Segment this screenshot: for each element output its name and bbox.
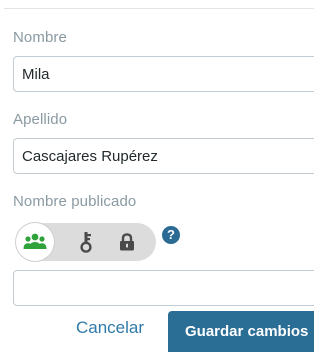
visibility-toggle: [16, 223, 156, 261]
first-name-input[interactable]: [13, 56, 314, 92]
display-name-label: Nombre publicado: [13, 193, 137, 210]
help-icon[interactable]: ?: [162, 226, 180, 244]
top-divider: [4, 8, 314, 9]
last-name-input[interactable]: [13, 138, 314, 174]
key-icon: [80, 232, 92, 253]
cancel-link[interactable]: Cancelar: [76, 318, 144, 338]
visibility-option-group[interactable]: [16, 223, 54, 261]
group-icon: [23, 233, 47, 249]
edit-profile-form: Nombre Apellido Nombre publicado: [0, 0, 314, 352]
first-name-label: Nombre: [13, 29, 67, 46]
save-changes-button[interactable]: Guardar cambios: [168, 311, 314, 352]
last-name-label: Apellido: [13, 111, 68, 128]
visibility-option-key[interactable]: [67, 223, 105, 261]
display-name-input[interactable]: [13, 270, 314, 306]
visibility-option-lock[interactable]: [108, 223, 146, 261]
lock-icon: [120, 233, 134, 251]
